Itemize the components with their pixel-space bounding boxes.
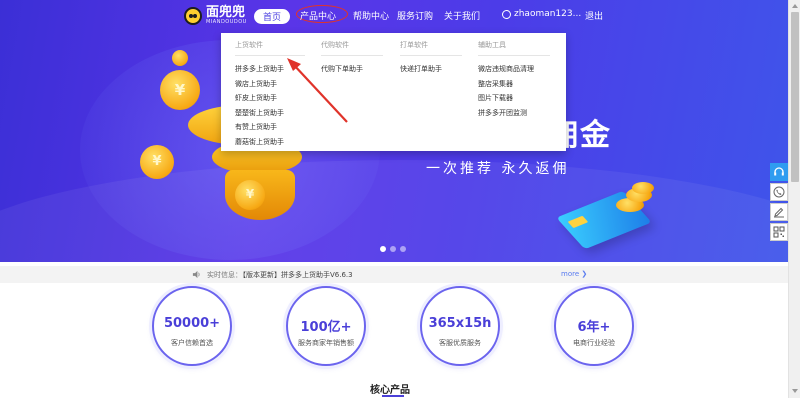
section-title: 核心产品	[370, 385, 410, 396]
carousel-dot[interactable]	[380, 246, 386, 252]
ticker-label: 实时信息：	[207, 271, 242, 279]
dropdown-column: 打单软件 快递打单助手	[400, 40, 462, 77]
stat-circle: 50000+ 客户信赖首选	[152, 286, 232, 366]
carousel-dots	[380, 246, 406, 252]
dropdown-heading: 打单软件	[400, 40, 462, 56]
nav-logout[interactable]: 退出	[585, 9, 603, 22]
stat-circle: 365x15h 客服优质服务	[420, 286, 500, 366]
coin-bottom: ¥	[235, 180, 265, 210]
nav-about[interactable]: 关于我们	[444, 9, 480, 22]
nav-home[interactable]: 首页	[254, 9, 291, 24]
top-nav: 面兜兜 MIANDOUDOU 首页 产品中心 帮助中心 服务订购 关于我们 zh…	[0, 0, 788, 32]
products-dropdown: 上货软件 拼多多上货助手 微店上货助手 虾皮上货助手 楚楚街上货助手 有赞上货助…	[221, 33, 566, 151]
stat-value: 365x15h	[428, 316, 492, 331]
logo-subname: MIANDOUDOU	[206, 19, 247, 25]
ticker-more-link[interactable]: more ❯	[561, 270, 587, 278]
headset-icon[interactable]	[770, 163, 788, 181]
dropdown-heading: 辅助工具	[478, 40, 550, 56]
stat-value: 50000+	[163, 316, 221, 331]
dropdown-item[interactable]: 拼多多开团监测	[478, 106, 550, 121]
stat-value: 100亿+	[300, 320, 352, 335]
dropdown-item[interactable]: 图片下载器	[478, 91, 550, 106]
logo-mascot-icon	[184, 6, 202, 25]
scroll-up-icon[interactable]	[792, 4, 798, 8]
username: zhaoman123...	[514, 9, 582, 19]
nav-user[interactable]: zhaoman123...	[502, 9, 581, 19]
stat-label: 客服优质服务	[439, 339, 481, 347]
speaker-icon	[192, 270, 200, 279]
dropdown-item[interactable]: 整店采集器	[478, 77, 550, 92]
page-root: ¥ ¥ ¥ 佣金 一次推荐 永久返佣 面兜兜 MIANDOUDOU 首页 产品中…	[0, 0, 800, 398]
scroll-thumb[interactable]	[791, 12, 799, 182]
dropdown-column: 辅助工具 微店违规商品清理 整店采集器 图片下载器 拼多多开团监测	[478, 40, 550, 120]
carousel-dot[interactable]	[400, 246, 406, 252]
nav-products[interactable]: 产品中心	[300, 9, 336, 22]
phone-icon[interactable]	[770, 183, 788, 201]
logo-name: 面兜兜	[206, 5, 246, 20]
coin-stack-3	[632, 182, 654, 194]
qr-code-icon[interactable]	[770, 223, 788, 241]
user-icon	[502, 9, 511, 19]
logo[interactable]: 面兜兜 MIANDOUDOU	[184, 6, 247, 25]
dropdown-heading: 上货软件	[235, 40, 305, 56]
dropdown-heading: 代购软件	[321, 40, 383, 56]
annotation-arrow-icon	[287, 58, 348, 123]
coin-large: ¥	[160, 70, 200, 110]
hero-subtitle: 一次推荐 永久返佣	[426, 161, 570, 177]
coin-left: ¥	[140, 145, 174, 179]
stat-circle: 6年+ 电商行业经验	[554, 286, 634, 366]
stat-circle: 100亿+ 服务商家年销售额	[286, 286, 366, 366]
carousel-dot[interactable]	[390, 246, 396, 252]
dropdown-item[interactable]: 快递打单助手	[400, 62, 462, 77]
stat-label: 客户信赖首选	[171, 339, 213, 347]
news-ticker: 实时信息： 【版本更新】拼多多上货助手V6.6.3 more ❯	[0, 266, 788, 283]
edit-icon[interactable]	[770, 203, 788, 221]
nav-help[interactable]: 帮助中心	[353, 9, 389, 22]
vertical-scrollbar[interactable]	[788, 0, 800, 398]
scroll-down-icon[interactable]	[792, 389, 798, 393]
ticker-message[interactable]: 【版本更新】拼多多上货助手V6.6.3	[239, 270, 353, 280]
coin-small	[172, 50, 188, 66]
dropdown-item[interactable]: 蘑菇街上货助手	[235, 135, 305, 150]
nav-service[interactable]: 服务订购	[397, 9, 433, 22]
section-underline	[382, 395, 404, 397]
stat-label: 电商行业经验	[573, 339, 615, 347]
dropdown-item[interactable]: 微店违规商品清理	[478, 62, 550, 77]
float-toolbar	[770, 163, 788, 243]
stat-value: 6年+	[577, 320, 611, 335]
stat-label: 服务商家年销售额	[298, 339, 354, 347]
